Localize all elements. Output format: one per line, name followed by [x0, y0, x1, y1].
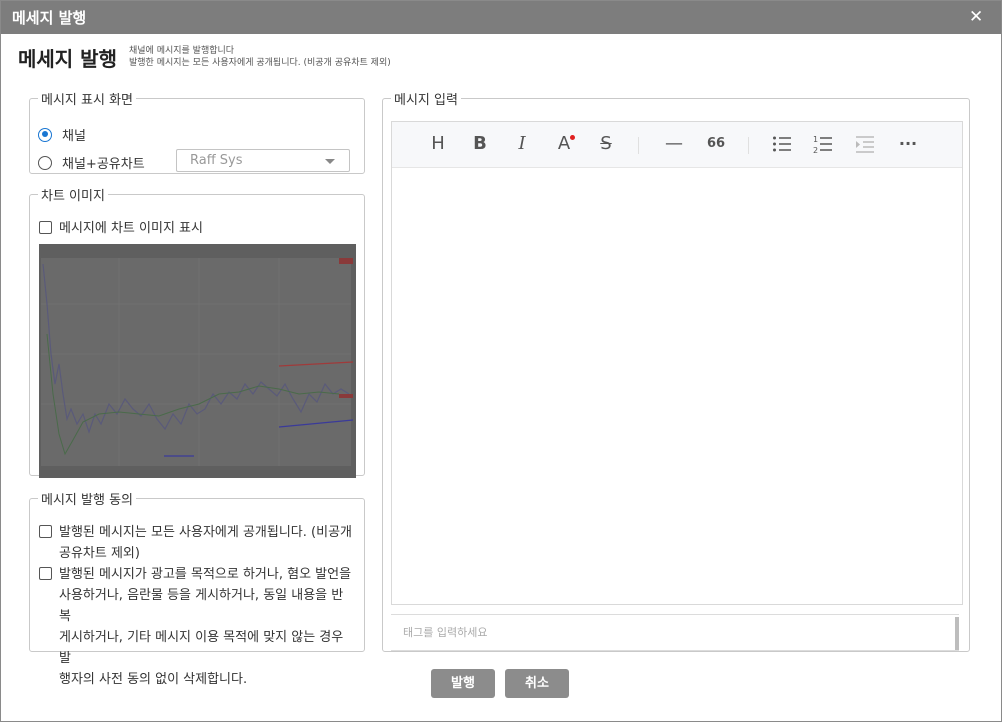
- window-titlebar: 메세지 발행 ✕: [1, 1, 1001, 34]
- svg-text:2: 2: [813, 146, 818, 155]
- subtitle-line-1: 채널에 메시지를 발행합니다: [129, 46, 235, 56]
- chart-preview-image: [39, 244, 356, 478]
- radio-channel-label: 채널: [62, 129, 86, 144]
- consent-policy-line-2: 사용하거나, 음란물 등을 게시하거나, 동일 내용을 반복: [59, 588, 344, 624]
- chevron-down-icon: [325, 159, 335, 164]
- display-target-group: 메시지 표시 화면 채널 채널+공유차트 Raff Sys: [29, 89, 365, 174]
- toolbar-divider: [748, 137, 749, 154]
- cancel-button[interactable]: 취소: [505, 669, 569, 698]
- consent-policy-text: 발행된 메시지가 광고를 목적으로 하거나, 혐오 발언을 사용하거나, 음란물…: [59, 564, 354, 690]
- chart-image-group: 차트 이미지 메시지에 차트 이미지 표시: [29, 185, 365, 478]
- consent-public-line-2: 공유차트 제외): [59, 546, 140, 561]
- italic-icon[interactable]: I: [512, 133, 532, 155]
- more-options-icon[interactable]: ···: [898, 133, 918, 155]
- radio-channel-chart-label: 채널+공유차트: [62, 157, 145, 172]
- consent-policy-line-4: 행자의 사전 동의 없이 삭제합니다.: [59, 672, 248, 687]
- radio-option-channel[interactable]: 채널: [38, 125, 86, 144]
- font-color-icon[interactable]: A: [554, 133, 575, 155]
- shared-chart-select-value: Raff Sys: [190, 153, 243, 168]
- show-chart-image-label: 메시지에 차트 이미지 표시: [59, 221, 203, 236]
- radio-channel-chart[interactable]: [38, 155, 52, 170]
- ordered-list-icon[interactable]: 1 2: [813, 133, 833, 155]
- tag-input-scrollbar[interactable]: [955, 617, 959, 650]
- subtitle-line-2: 발행한 메시지는 모든 사용자에게 공개됩니다. (비공개 공유차트 제외): [129, 58, 391, 68]
- horizontal-rule-icon[interactable]: —: [662, 133, 686, 155]
- message-text-area[interactable]: [392, 168, 962, 603]
- page-subtitle: 채널에 메시지를 발행합니다 발행한 메시지는 모든 사용자에게 공개됩니다. …: [129, 45, 391, 69]
- shared-chart-select[interactable]: Raff Sys: [176, 149, 350, 172]
- font-color-glyph: A: [557, 133, 571, 154]
- toolbar-divider: [638, 137, 639, 154]
- window-title: 메세지 발행: [12, 9, 87, 27]
- message-input-legend: 메시지 입력: [394, 93, 458, 108]
- tag-input-placeholder: 태그를 입력하세요: [403, 626, 488, 639]
- page-title: 메세지 발행: [18, 47, 117, 71]
- indent-icon[interactable]: [855, 133, 875, 155]
- tag-input-area[interactable]: 태그를 입력하세요: [391, 614, 959, 651]
- svg-text:1: 1: [813, 135, 818, 144]
- heading-icon[interactable]: H: [428, 133, 448, 155]
- consent-policy-line-1: 발행된 메시지가 광고를 목적으로 하거나, 혐오 발언을: [59, 567, 352, 582]
- display-target-legend: 메시지 표시 화면: [41, 93, 133, 108]
- editor-toolbar: H B I A S — 66 1 2 ···: [392, 122, 962, 168]
- font-color-dot: [570, 135, 575, 140]
- show-chart-image-checkbox[interactable]: [39, 221, 52, 234]
- consent-public-text: 발행된 메시지는 모든 사용자에게 공개됩니다. (비공개 공유차트 제외): [59, 522, 352, 564]
- quote-icon[interactable]: 66: [704, 133, 728, 155]
- publish-dialog: 메세지 발행 ✕ 메세지 발행 채널에 메시지를 발행합니다 발행한 메시지는 …: [0, 0, 1002, 722]
- consent-policy-line-3: 게시하거나, 기타 메시지 이용 목적에 맞지 않는 경우 발: [59, 630, 344, 666]
- strikethrough-icon[interactable]: S: [596, 133, 616, 155]
- message-editor: H B I A S — 66 1 2 ···: [391, 121, 963, 605]
- radio-option-channel-chart[interactable]: 채널+공유차트: [38, 153, 145, 172]
- bold-icon[interactable]: B: [470, 133, 490, 155]
- bullet-list-icon[interactable]: [772, 133, 792, 155]
- close-icon[interactable]: ✕: [969, 7, 983, 27]
- consent-public-line-1: 발행된 메시지는 모든 사용자에게 공개됩니다. (비공개: [59, 525, 352, 540]
- consent-public-checkbox[interactable]: [39, 525, 52, 538]
- consent-item-policy[interactable]: 발행된 메시지가 광고를 목적으로 하거나, 혐오 발언을 사용하거나, 음란물…: [39, 564, 354, 690]
- publish-button[interactable]: 발행: [431, 669, 495, 698]
- consent-legend: 메시지 발행 동의: [41, 493, 133, 508]
- chart-image-legend: 차트 이미지: [41, 189, 105, 204]
- message-input-group: 메시지 입력 H B I A S — 66 1 2 ··· 태그를 입력하세요: [382, 89, 970, 652]
- radio-channel[interactable]: [38, 127, 52, 142]
- consent-item-public[interactable]: 발행된 메시지는 모든 사용자에게 공개됩니다. (비공개 공유차트 제외): [39, 522, 354, 564]
- show-chart-image-option[interactable]: 메시지에 차트 이미지 표시: [39, 218, 203, 239]
- consent-group: 메시지 발행 동의 발행된 메시지는 모든 사용자에게 공개됩니다. (비공개 …: [29, 489, 365, 687]
- consent-policy-checkbox[interactable]: [39, 567, 52, 580]
